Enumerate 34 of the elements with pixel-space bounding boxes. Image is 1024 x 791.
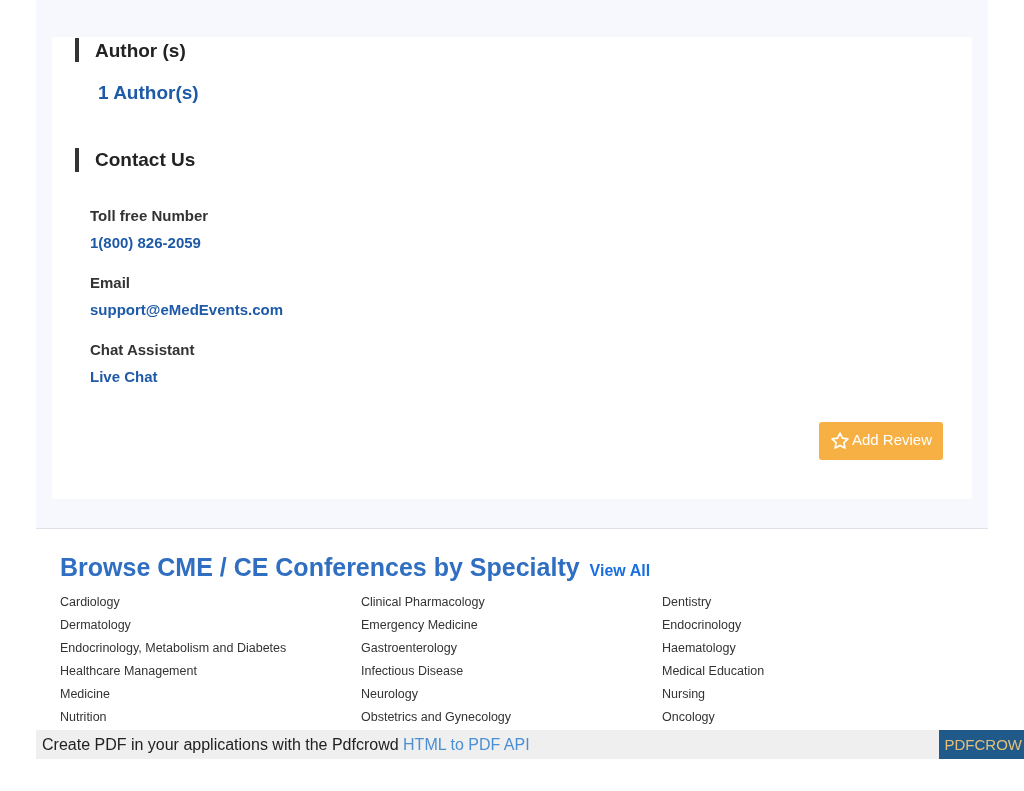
specialty-link[interactable]: Cardiology bbox=[60, 591, 361, 614]
section-heading: Author (s) bbox=[95, 40, 186, 60]
authors-link[interactable]: 1 Author(s) bbox=[98, 79, 943, 108]
specialty-link[interactable]: Endocrinology, Metabolism and Diabetes bbox=[60, 637, 361, 660]
heading-bar bbox=[75, 147, 79, 172]
specialty-link[interactable]: Obstetrics and Gynecology bbox=[361, 706, 662, 729]
specialty-link[interactable]: Clinical Pharmacology bbox=[361, 591, 662, 614]
specialty-link[interactable]: Dentistry bbox=[662, 591, 963, 614]
specialty-link[interactable]: Nutrition bbox=[60, 706, 361, 729]
specialty-link[interactable]: Oncology bbox=[662, 706, 963, 729]
specialty-link[interactable]: Nursing bbox=[662, 683, 963, 706]
contact-link[interactable]: Live Chat bbox=[90, 366, 943, 389]
pdfcrowd-badge[interactable]: PDFCROW bbox=[938, 730, 1024, 759]
browse-title: Browse CME / CE Conferences by Specialty bbox=[60, 551, 580, 583]
specialty-link[interactable]: Dermatology bbox=[60, 614, 361, 637]
contact-label: Chat Assistant bbox=[90, 339, 196, 360]
specialty-link[interactable]: Endocrinology bbox=[662, 614, 963, 637]
specialty-link[interactable]: Emergency Medicine bbox=[361, 614, 662, 637]
specialty-link[interactable]: Medical Education bbox=[662, 660, 963, 683]
specialty-link[interactable]: Medicine bbox=[60, 683, 361, 706]
contact-link[interactable]: 1(800) 826-2059 bbox=[90, 232, 943, 255]
section-heading: Contact Us bbox=[95, 150, 196, 169]
specialty-link[interactable]: Neurology bbox=[361, 683, 662, 706]
contact-link[interactable]: support@eMedEvents.com bbox=[90, 299, 943, 322]
star-icon bbox=[829, 430, 850, 451]
specialty-link[interactable]: Infectious Disease bbox=[361, 660, 662, 683]
specialty-link[interactable]: Gastroenterology bbox=[361, 637, 662, 660]
view-all-link[interactable]: View All bbox=[589, 558, 651, 583]
contact-label: Email bbox=[90, 272, 132, 293]
specialty-link[interactable]: Haematology bbox=[662, 637, 963, 660]
heading-bar bbox=[75, 38, 79, 62]
banner-text: Create PDF in your applications with the Pdfcrowd HTML to PDF API bbox=[42, 734, 530, 755]
specialty-link[interactable]: Healthcare Management bbox=[60, 660, 361, 683]
contact-label: Toll free Number bbox=[90, 205, 210, 226]
